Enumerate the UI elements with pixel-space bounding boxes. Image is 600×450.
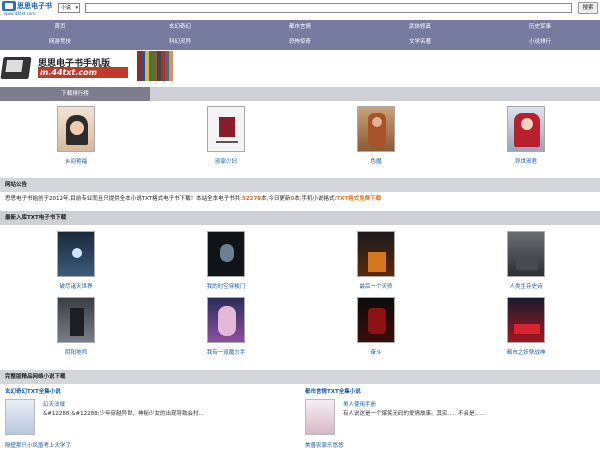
urban-column-title[interactable]: 都市言情TXT全集小说 xyxy=(305,387,361,395)
book-cover[interactable] xyxy=(357,231,395,277)
book-title[interactable]: 最后一个天师 xyxy=(337,282,415,290)
book-logo-icon xyxy=(2,1,16,11)
book-link[interactable]: 美善农家乐悠悠 xyxy=(305,441,344,449)
nav-item-ranking[interactable]: 小说排行 xyxy=(480,35,600,50)
book-title[interactable]: 异世邪君 xyxy=(487,157,565,165)
top-header: 思思电子书 www.44txt.com 小说 ▾ 搜索 xyxy=(0,0,600,18)
book-name[interactable]: 男人使用手册 xyxy=(343,400,376,408)
search-input[interactable] xyxy=(85,3,572,13)
book-title[interactable]: 奋斗 xyxy=(337,348,415,356)
notice-text: 本,手机小说格式: xyxy=(294,196,337,202)
nav-item-classics[interactable]: 文学名著 xyxy=(360,35,480,50)
category-nav: 首页 玄幻奇幻 都市言情 武侠修真 历史军事 网游竞技 科幻灵异 恐怖惊奇 文学… xyxy=(0,20,600,50)
book-title[interactable]: 破尽诸天世界 xyxy=(37,282,115,290)
book-cover[interactable] xyxy=(5,399,35,435)
book-cover[interactable] xyxy=(207,297,245,343)
ereader-image xyxy=(0,57,32,79)
download-rank-bar: 下载排行榜 xyxy=(0,87,600,101)
free-download-text: TXT格式免费下载 xyxy=(336,196,382,202)
book-cover[interactable] xyxy=(207,106,245,152)
book-title[interactable]: 人类生存史诗 xyxy=(487,282,565,290)
latest-title: 最新入库TXT电子书下载 xyxy=(5,215,67,221)
notice-text: 本,今日更新 xyxy=(261,196,291,202)
book-link[interactable]: 隔壁那只小凤凰考上大学了 xyxy=(5,441,71,449)
book-title[interactable]: 邪家少妇 xyxy=(187,157,265,165)
complete-bar: 完整版精品网络小说下载 xyxy=(0,370,600,384)
nav-item-home[interactable]: 首页 xyxy=(0,20,120,35)
nav-item-horror[interactable]: 恐怖惊奇 xyxy=(240,35,360,50)
announcement-text: 思思电子书始创于2012年,目前专业而且只提供全本小说TXT格式电子书下载！本站… xyxy=(5,194,595,202)
book-title[interactable]: 都市之妖孽战神 xyxy=(487,348,565,356)
book-cover[interactable] xyxy=(207,231,245,277)
book-title[interactable]: 我有一双魔力手 xyxy=(187,348,265,356)
book-cover[interactable] xyxy=(357,297,395,343)
nav-item-scifi[interactable]: 科幻灵异 xyxy=(120,35,240,50)
fantasy-column-title[interactable]: 玄幻奇幻TXT全集小说 xyxy=(5,387,61,395)
book-title[interactable]: 色魔 xyxy=(337,157,415,165)
logo-url: www.44txt.com xyxy=(4,11,36,16)
search-button[interactable]: 搜索 xyxy=(578,2,598,14)
book-description: &#12288;&#12288;少年穿越异世，神秘少女的出现导致会村... xyxy=(43,411,204,417)
logo-text: 思思电子书 xyxy=(17,2,52,10)
latest-bar: 最新入库TXT电子书下载 xyxy=(0,211,600,225)
book-cover[interactable] xyxy=(57,297,95,343)
tab-download-rank[interactable]: 下载排行榜 xyxy=(0,87,150,101)
book-name[interactable]: 幻天法域 xyxy=(43,400,65,408)
book-cover[interactable] xyxy=(507,297,545,343)
book-cover[interactable] xyxy=(507,106,545,152)
nav-item-fantasy[interactable]: 玄幻奇幻 xyxy=(120,20,240,35)
mobile-banner[interactable]: 思思电子书手机版 m.44txt.com xyxy=(0,51,600,85)
book-title[interactable]: 乡间艳福 xyxy=(37,157,115,165)
nav-item-urban[interactable]: 都市言情 xyxy=(240,20,360,35)
chevron-down-icon: ▾ xyxy=(75,5,78,11)
category-select[interactable]: 小说 ▾ xyxy=(58,3,80,13)
nav-item-games[interactable]: 网游竞技 xyxy=(0,35,120,50)
banner-left: 思思电子书手机版 m.44txt.com xyxy=(0,53,132,81)
book-count: 52278 xyxy=(242,196,262,202)
category-select-value: 小说 xyxy=(61,5,72,11)
announcement-title: 网站公告 xyxy=(5,182,28,188)
book-cover[interactable] xyxy=(507,231,545,277)
book-cover[interactable] xyxy=(57,106,95,152)
book-title[interactable]: 阴阳地师 xyxy=(37,348,115,356)
book-description: 有人说这是一个爆笑无码的爱情故事。其实......不会是。... xyxy=(343,411,486,417)
book-cover[interactable] xyxy=(357,106,395,152)
site-logo[interactable]: 思思电子书 www.44txt.com xyxy=(2,1,52,17)
complete-title: 完整版精品网络小说下载 xyxy=(5,374,66,380)
nav-item-history[interactable]: 历史军事 xyxy=(480,20,600,35)
notice-text: 思思电子书始创于2012年,目前专业而且只提供全本小说TXT格式电子书下载！本站… xyxy=(5,196,242,202)
book-title[interactable]: 我的时空穿梭门 xyxy=(187,282,265,290)
book-cover[interactable] xyxy=(305,399,335,435)
banner-url: m.44txt.com xyxy=(38,67,128,78)
nav-item-wuxia[interactable]: 武侠修真 xyxy=(360,20,480,35)
announcement-bar: 网站公告 xyxy=(0,178,600,192)
book-cover[interactable] xyxy=(57,231,95,277)
banner-books-image xyxy=(137,51,173,81)
